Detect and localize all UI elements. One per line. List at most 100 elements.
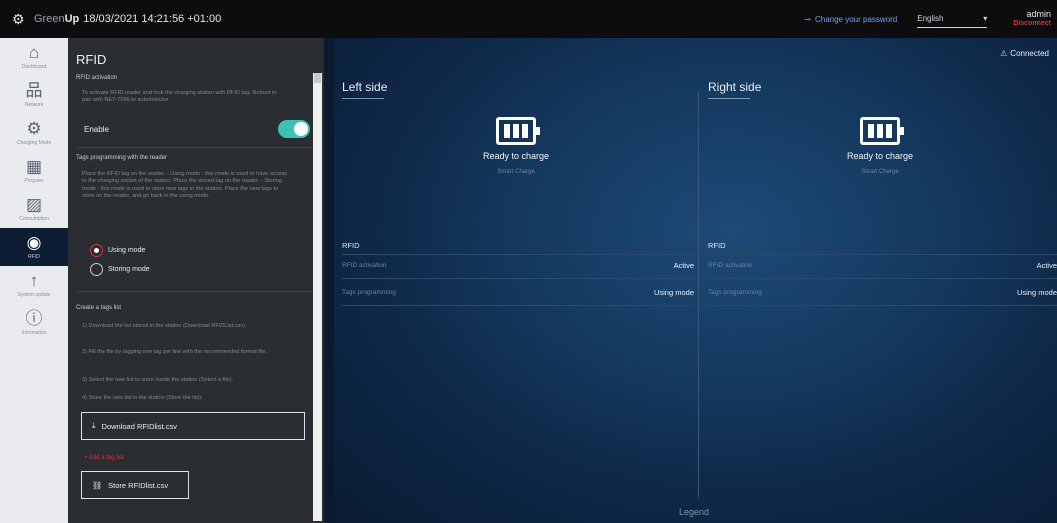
row-divider [342,254,694,255]
left-charge-status: Ready to charge [482,151,550,161]
storing-mode-label: Storing mode [108,266,150,273]
left-tags-programming-value: Using mode [653,288,694,297]
right-side-title: Right side [708,80,762,94]
right-rfid-heading: RFID [708,241,726,250]
language-value: English [917,14,944,23]
tags-list-step3: 3) Select the new list to store inside t… [82,377,234,383]
arrow-up-icon: ↑ [29,271,39,290]
rfid-badge-icon: ◉ [26,233,42,252]
chart-icon: ▨ [25,195,43,214]
divider [76,291,312,292]
nav-label: Dashboard [21,64,47,70]
left-charge-substatus: Smart Charge [497,169,535,175]
nav-item-rfid[interactable]: ◉ RFID [0,228,68,266]
tags-programming-title: Tags programming with the reader [76,155,168,161]
nav-label: System update [17,292,51,298]
row-divider [708,305,1057,306]
change-password-link[interactable]: ⊸ Change your password [804,15,897,24]
row-divider [708,254,1057,255]
sidebar-nav: ⌂ Dashboard 品 Network ⚙ Charging Mode ▦ … [0,38,68,523]
left-tags-programming-label: Tags programming [342,289,396,296]
nav-label: Information [21,330,47,336]
info-icon: ⓘ [25,309,43,328]
right-tags-programming-value: Using mode [1016,288,1057,297]
change-password-label: Change your password [814,14,898,24]
battery-icon [860,117,904,145]
nav-label: Network [24,102,44,108]
logout-link[interactable]: Disconnect [1013,19,1051,29]
nav-item-information[interactable]: ⓘ Information [0,304,68,342]
download-icon: ⤓ [92,421,96,430]
rfid-settings-panel: RFID RFID activation To activate RFID re… [68,38,324,523]
row-divider [342,278,694,279]
nav-item-network[interactable]: 品 Network [0,76,68,114]
calendar-icon: ▦ [25,157,43,176]
nav-item-program[interactable]: ▦ Program [0,152,68,190]
using-mode-label: Using mode [108,247,146,254]
user-menu[interactable]: admin Disconnect [1013,9,1051,29]
panel-title: RFID [76,52,107,67]
left-rfid-heading: RFID [342,241,360,250]
tags-list-step4: 4) Store the new list in the station (St… [82,395,203,401]
battery-icon [496,117,540,145]
nav-label: Charging Mode [16,140,52,146]
language-select[interactable]: English ▾ [917,10,988,28]
chevron-down-icon: ▾ [983,14,988,23]
title-underline [342,98,384,99]
add-tag-list-link[interactable]: + Add a tag list [84,455,124,461]
store-button-label: Store RFIDlist.csv [108,480,169,490]
brand-logo: GreenUp [34,13,80,25]
rfid-activation-text: To activate RFID reader and lock the cha… [82,90,277,104]
storing-mode-option[interactable]: Storing mode [90,263,150,276]
left-rfid-activation-label: RFID activation [342,262,387,269]
storing-mode-radio[interactable] [90,263,103,276]
enable-toggle[interactable] [278,120,310,138]
divider [76,147,312,148]
gear-icon[interactable]: ⚙ [12,12,26,26]
right-rfid-activation-value: Active [1036,261,1057,270]
left-rfid-activation-value: Active [673,261,694,270]
scrollbar-thumb[interactable] [314,73,321,83]
nav-label: Consumption [19,216,49,222]
side-separator [698,91,699,497]
gear-icon: ⚙ [26,119,42,138]
nav-label: RFID [28,254,40,260]
right-charge-status: Ready to charge [846,151,914,161]
top-bar: ⚙ GreenUp 18/03/2021 14:21:56 +01:00 ⊸ C… [0,0,1057,38]
download-rfidlist-button[interactable]: ⤓ Download RFIDlist.csv [81,412,305,440]
nav-item-dashboard[interactable]: ⌂ Dashboard [0,38,68,76]
right-side-panel: Right side Ready to charge Smart Charge … [700,38,1057,523]
row-divider [708,278,1057,279]
nav-item-system-update[interactable]: ↑ System update [0,266,68,304]
home-icon: ⌂ [28,43,40,62]
panel-scrollbar[interactable] [313,73,322,521]
enable-label: Enable [84,124,109,134]
using-mode-option[interactable]: Using mode [90,244,145,257]
nav-label: Program [24,178,44,184]
left-side-title: Left side [342,80,388,94]
username: admin [1026,9,1051,19]
using-mode-radio[interactable] [90,244,103,257]
title-underline [708,98,750,99]
tags-programming-text: Place the RFID tag on the reader. - Usin… [82,171,288,199]
upload-icon: ⛓ [92,480,103,490]
store-rfidlist-button[interactable]: ⛓ Store RFIDlist.csv [81,471,189,499]
datetime-readout: 18/03/2021 14:21:56 +01:00 [83,13,222,25]
legend-link[interactable]: Legend [679,507,709,517]
enable-row: Enable [84,120,310,138]
download-button-label: Download RFIDlist.csv [101,421,177,431]
tags-list-title: Create a tags list [76,305,122,311]
network-icon: 品 [25,81,43,100]
right-tags-programming-label: Tags programming [708,289,762,296]
nav-item-consumption[interactable]: ▨ Consumption [0,190,68,228]
nav-item-charging-mode[interactable]: ⚙ Charging Mode [0,114,68,152]
rfid-activation-title: RFID activation [76,75,118,81]
right-rfid-activation-label: RFID activation [708,262,753,269]
main-area: ⚠ Connected Left side Ready to charge Sm… [334,38,1057,523]
left-side-panel: Left side Ready to charge Smart Charge R… [334,38,698,523]
key-icon: ⊸ [804,14,811,24]
row-divider [342,305,694,306]
tags-list-step2: 2) Fill the file by tagging one tag per … [82,349,268,355]
toggle-knob [294,122,308,136]
tags-list-step1: 1) Download the list stored in the stati… [82,323,247,329]
